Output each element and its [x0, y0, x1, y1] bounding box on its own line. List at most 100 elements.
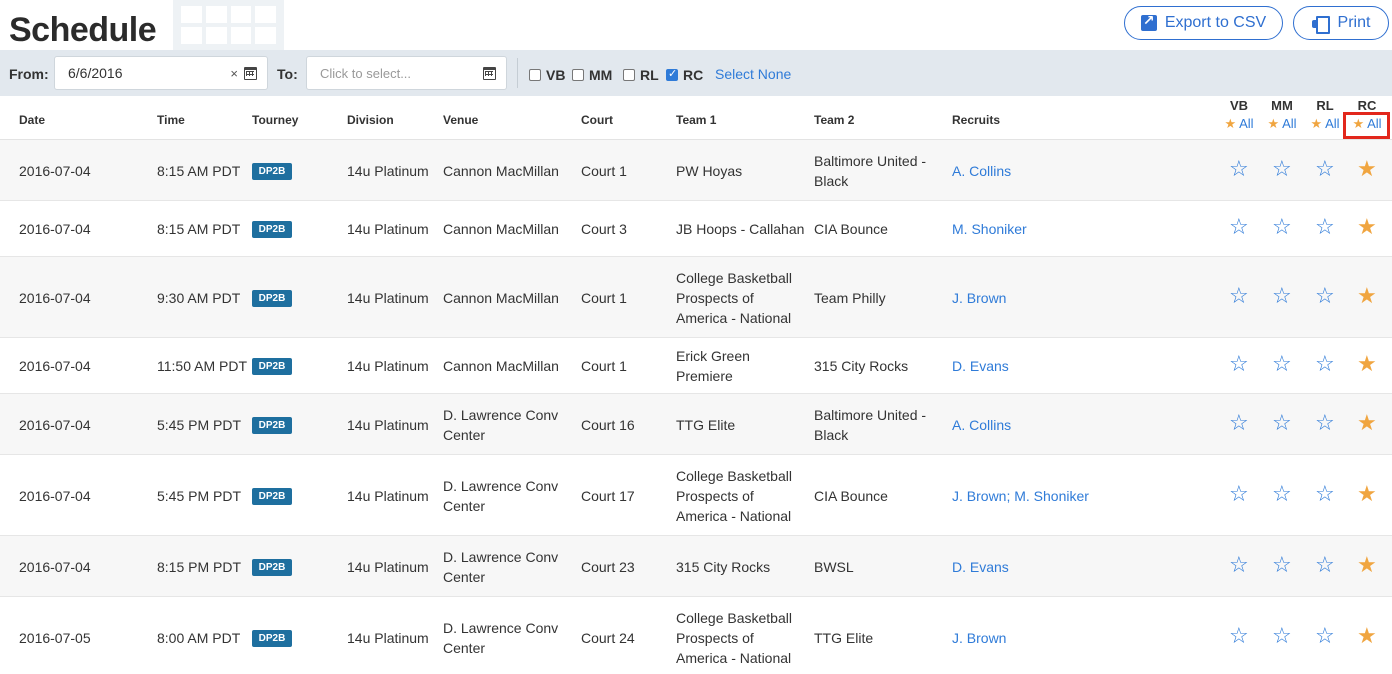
cell-recruits[interactable]: M. Shoniker	[952, 219, 1152, 239]
cell-team2: TTG Elite	[814, 630, 874, 646]
checkbox-box[interactable]	[572, 69, 584, 81]
star-outline-icon[interactable]: ☆	[1272, 284, 1292, 307]
cell-venue: Cannon MacMillan	[443, 221, 559, 237]
star-icon: ★	[1267, 116, 1280, 131]
star-filled-icon[interactable]: ★	[1357, 482, 1377, 505]
star-outline-icon[interactable]: ☆	[1272, 216, 1292, 238]
tourney-badge: DP2B	[252, 487, 292, 505]
star-outline-icon[interactable]: ☆	[1315, 284, 1335, 307]
cell-venue: D. Lawrence Conv Center	[443, 407, 559, 443]
cell-court: Court 23	[581, 559, 635, 575]
star-outline-icon[interactable]: ☆	[1229, 482, 1249, 505]
from-date-field[interactable]: 6/6/2016 ×	[54, 56, 268, 90]
print-button[interactable]: Print	[1293, 6, 1389, 40]
star-outline-icon[interactable]: ☆	[1315, 624, 1335, 647]
checkbox-label: MM	[589, 67, 613, 83]
star-outline-icon[interactable]: ☆	[1229, 216, 1249, 238]
star-all-link[interactable]: ★ All	[1224, 115, 1253, 133]
star-outline-icon[interactable]: ☆	[1315, 216, 1335, 238]
calendar-icon[interactable]	[483, 66, 496, 80]
checkbox-vb[interactable]: VB	[529, 67, 565, 83]
star-all-link[interactable]: ★ All	[1352, 115, 1381, 133]
cell-team1: College Basketball Prospects of America …	[676, 270, 792, 326]
to-date-field[interactable]: Click to select...	[306, 56, 507, 90]
cell-team2: Team Philly	[814, 290, 886, 306]
star-outline-icon[interactable]: ☆	[1315, 353, 1335, 375]
cell-court: Court 3	[581, 221, 627, 237]
star-outline-icon[interactable]: ☆	[1272, 353, 1292, 375]
cell-recruits[interactable]: J. Brown	[952, 628, 1152, 648]
star-icon: ★	[1310, 116, 1323, 131]
star-outline-icon[interactable]: ☆	[1315, 411, 1335, 434]
checkbox-rl[interactable]: RL	[623, 67, 659, 83]
star-all-link[interactable]: ★ All	[1310, 115, 1339, 133]
star-filled-icon[interactable]: ★	[1357, 411, 1377, 434]
col-time[interactable]: Time	[157, 113, 185, 127]
checkbox-rc[interactable]: RC	[666, 67, 703, 83]
star-filled-icon[interactable]: ★	[1357, 553, 1377, 576]
export-csv-button[interactable]: Export to CSV	[1124, 6, 1283, 40]
star-outline-icon[interactable]: ☆	[1272, 411, 1292, 434]
cell-date: 2016-07-04	[19, 358, 91, 374]
rating-col-vb: VB ★ All	[1217, 99, 1261, 133]
col-court[interactable]: Court	[581, 113, 613, 127]
star-all-link[interactable]: ★ All	[1267, 115, 1296, 133]
star-filled-icon[interactable]: ★	[1357, 284, 1377, 307]
cell-venue: D. Lawrence Conv Center	[443, 478, 559, 514]
rating-col-code: RC	[1357, 98, 1377, 113]
star-outline-icon[interactable]: ☆	[1315, 482, 1335, 505]
clear-date-icon[interactable]: ×	[230, 66, 238, 81]
star-outline-icon[interactable]: ☆	[1229, 353, 1249, 375]
col-venue[interactable]: Venue	[443, 113, 478, 127]
col-tourney[interactable]: Tourney	[252, 113, 298, 127]
star-outline-icon[interactable]: ☆	[1229, 157, 1249, 180]
cell-date: 2016-07-04	[19, 488, 91, 504]
cell-team2: Baltimore United - Black	[814, 153, 927, 189]
star-outline-icon[interactable]: ☆	[1229, 411, 1249, 434]
star-outline-icon[interactable]: ☆	[1229, 284, 1249, 307]
col-team2[interactable]: Team 2	[814, 113, 854, 127]
checkbox-mm[interactable]: MM	[572, 67, 612, 83]
checkbox-box[interactable]	[666, 67, 678, 81]
cell-division: 14u Platinum	[347, 163, 429, 179]
star-outline-icon[interactable]: ☆	[1229, 553, 1249, 576]
calendar-icon[interactable]	[244, 66, 257, 80]
cell-recruits[interactable]: A. Collins	[952, 415, 1152, 435]
cell-recruits[interactable]: A. Collins	[952, 161, 1152, 181]
star-outline-icon[interactable]: ☆	[1272, 553, 1292, 576]
star-all-label: All	[1367, 116, 1382, 131]
star-filled-icon[interactable]: ★	[1357, 353, 1377, 375]
col-recruits[interactable]: Recruits	[952, 113, 1000, 127]
star-outline-icon[interactable]: ☆	[1229, 624, 1249, 647]
checkbox-box[interactable]	[623, 69, 635, 81]
cell-recruits[interactable]: D. Evans	[952, 356, 1152, 376]
star-filled-icon[interactable]: ★	[1357, 624, 1377, 647]
star-outline-icon[interactable]: ☆	[1272, 482, 1292, 505]
checkbox-box[interactable]	[529, 69, 541, 81]
cell-recruits[interactable]: D. Evans	[952, 557, 1152, 577]
cell-team1: JB Hoops - Callahan	[676, 221, 805, 237]
col-division[interactable]: Division	[347, 113, 394, 127]
external-link-icon	[1140, 12, 1157, 31]
table-header: Date Time Tourney Division Venue Court T…	[0, 96, 1392, 140]
star-filled-icon[interactable]: ★	[1357, 157, 1377, 180]
printer-icon	[1311, 15, 1330, 34]
cell-recruits[interactable]: J. Brown; M. Shoniker	[952, 486, 1152, 506]
star-filled-icon[interactable]: ★	[1357, 216, 1377, 238]
star-outline-icon[interactable]: ☆	[1272, 624, 1292, 647]
table-row: 2016-07-04 11:50 AM PDT 14u Platinum Cannon…	[0, 338, 1392, 394]
rating-col-rl: RL ★ All	[1303, 99, 1347, 133]
star-outline-icon[interactable]: ☆	[1315, 553, 1335, 576]
cell-team1: TTG Elite	[676, 417, 736, 433]
select-none-link[interactable]: Select None	[715, 66, 791, 82]
star-outline-icon[interactable]: ☆	[1272, 157, 1292, 180]
cell-date: 2016-07-04	[19, 163, 91, 179]
col-team1[interactable]: Team 1	[676, 113, 716, 127]
cell-team1: College Basketball Prospects of America …	[676, 610, 792, 666]
cell-time: 5:45 PM PDT	[157, 488, 242, 504]
cell-court: Court 24	[581, 630, 635, 646]
print-label: Print	[1337, 14, 1371, 31]
cell-recruits[interactable]: J. Brown	[952, 288, 1152, 308]
col-date[interactable]: Date	[19, 113, 45, 127]
star-outline-icon[interactable]: ☆	[1315, 157, 1335, 180]
